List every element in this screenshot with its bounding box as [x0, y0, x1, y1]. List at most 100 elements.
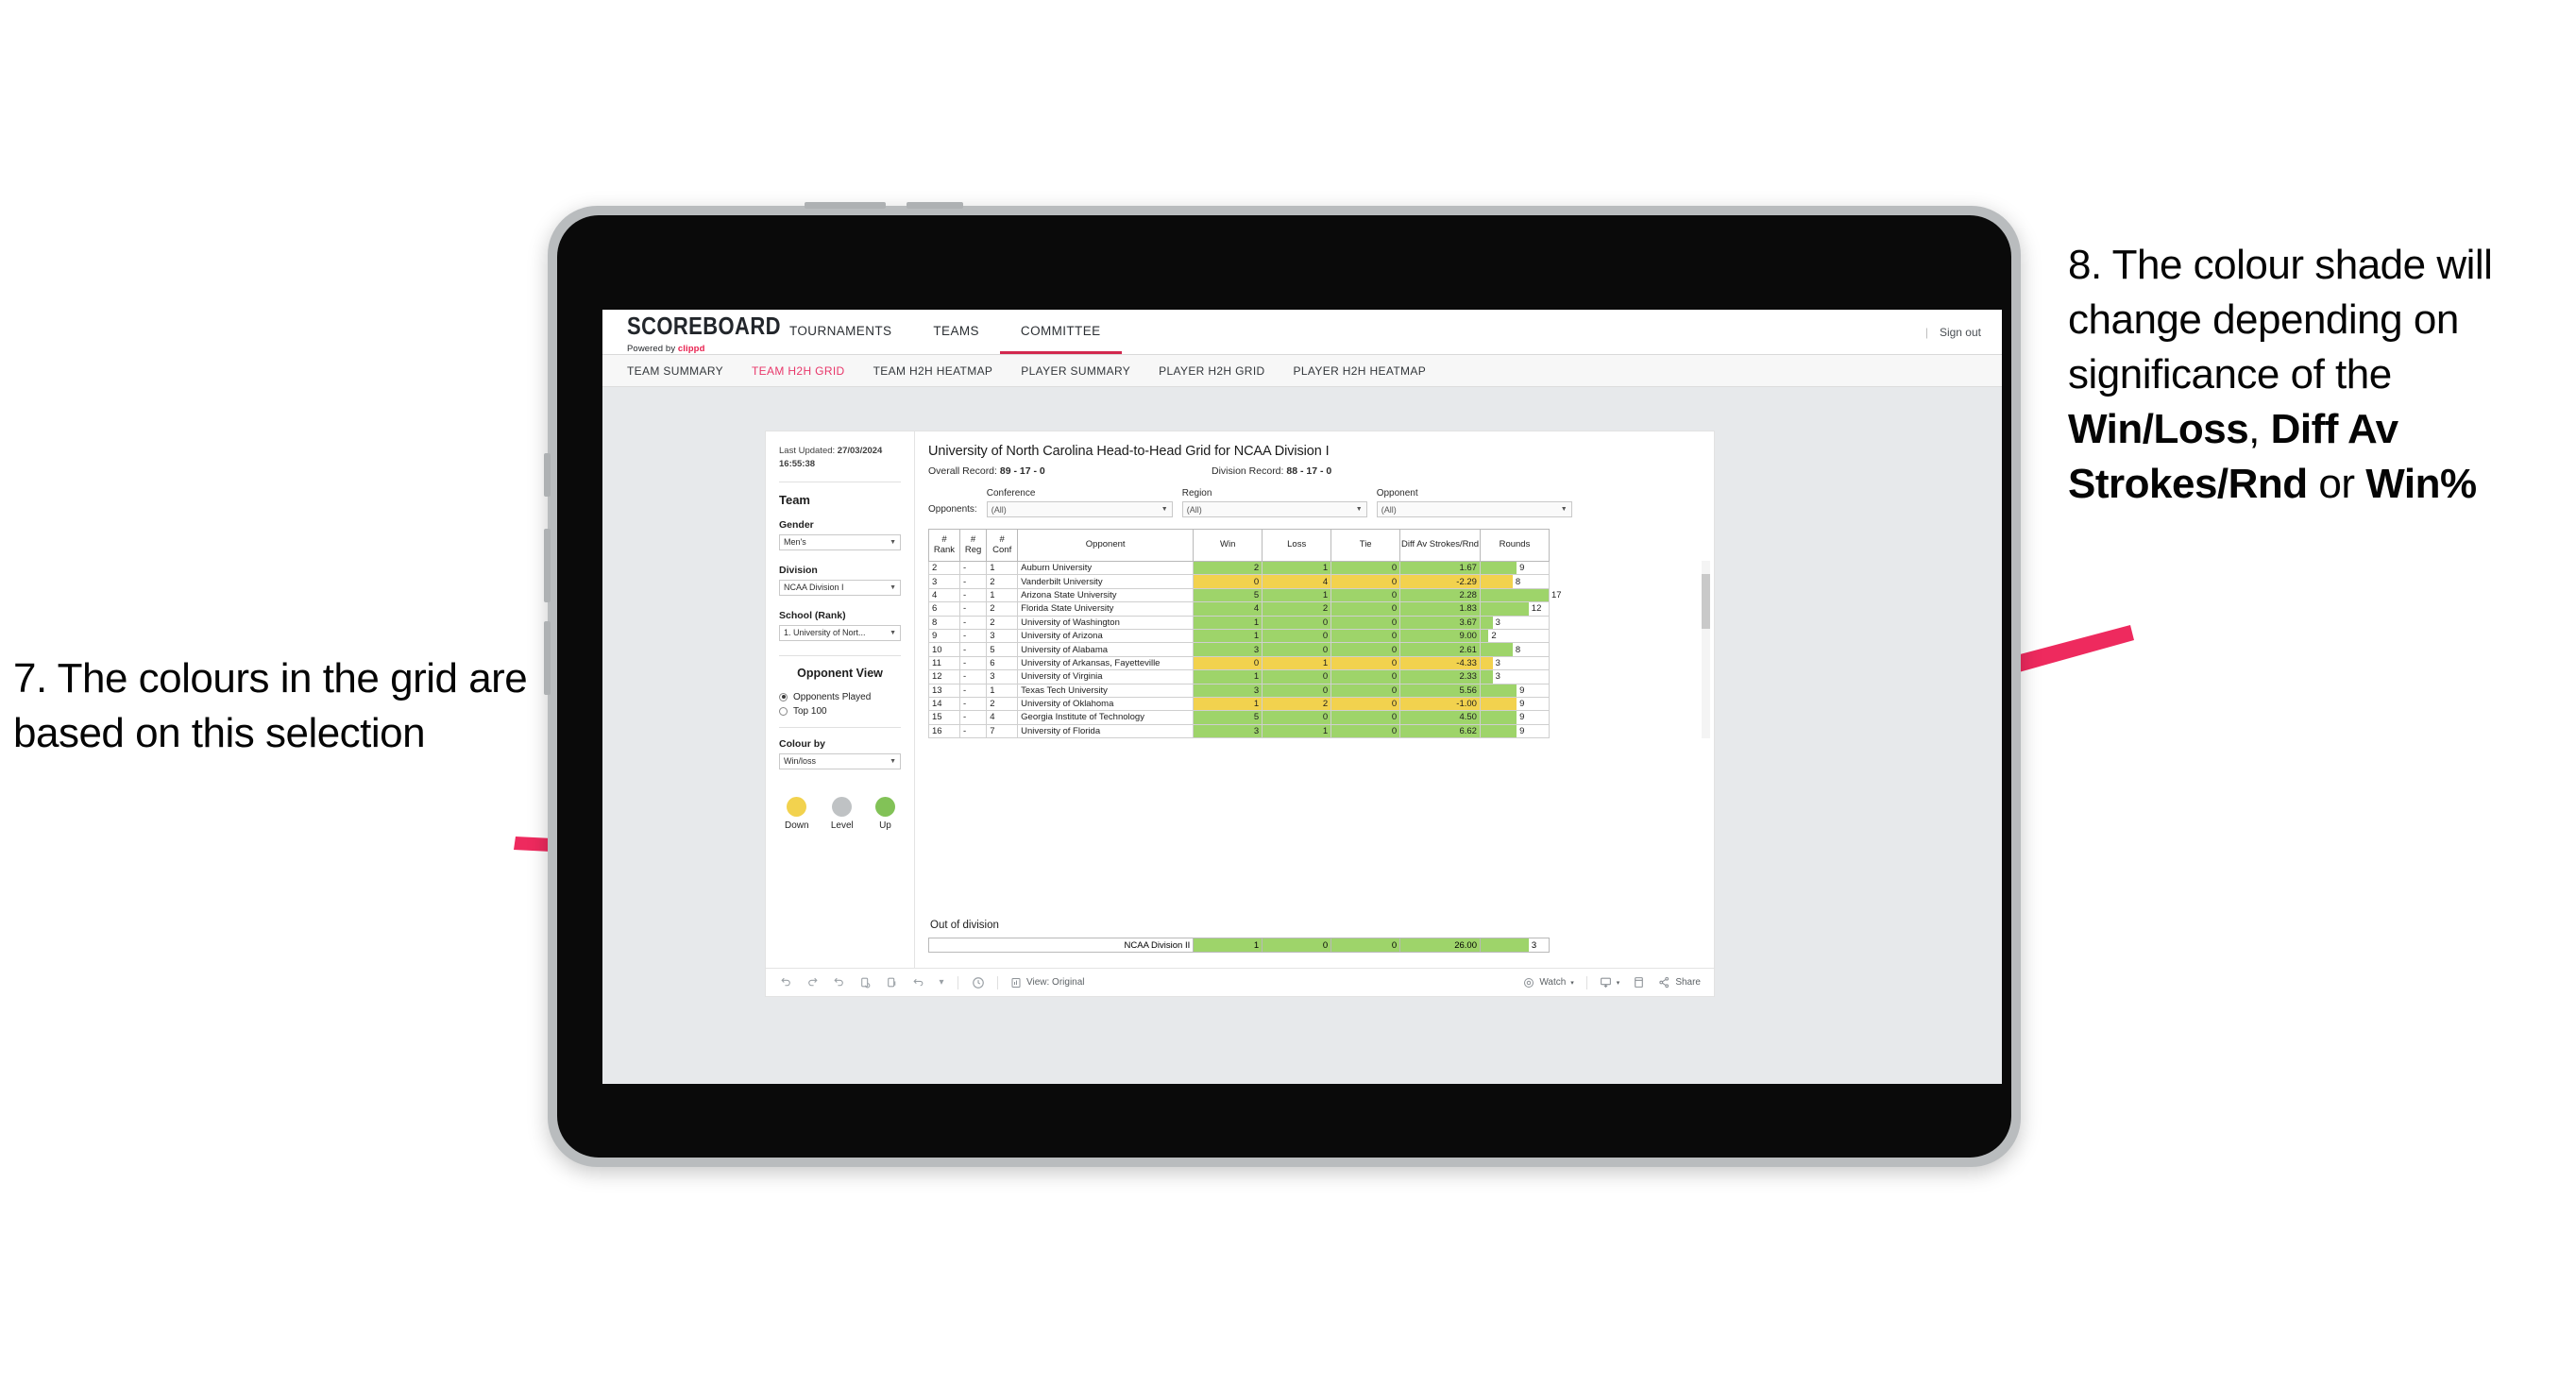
table-row[interactable]: 2-1 Auburn University 2 1 0 1.67 9: [928, 560, 1551, 576]
brand-title: SCOREBOARD: [627, 312, 781, 341]
sub-nav-team-summary[interactable]: TEAM SUMMARY: [627, 364, 723, 378]
revert-icon[interactable]: [832, 975, 846, 989]
cell-win: 1: [1193, 615, 1263, 630]
cell-loss: 1: [1262, 560, 1332, 576]
legend-item-level: Level: [831, 796, 854, 831]
undo-icon[interactable]: [779, 975, 793, 989]
rounds-bar: [1480, 711, 1517, 724]
region-select[interactable]: (All) ▼: [1181, 501, 1367, 517]
rounds-bar: [1480, 629, 1489, 643]
cell-rank: 3: [928, 574, 960, 589]
colour-by-label: Colour by: [779, 737, 825, 750]
table-row[interactable]: 3-2 Vanderbilt University 0 4 0 -2.29 8: [928, 574, 1551, 589]
col-header-tie: Tie: [1330, 529, 1401, 562]
table-row[interactable]: 10-5 University of Alabama 3 0 0 2.61 8: [928, 642, 1551, 657]
device-volume-up-button[interactable]: [544, 529, 551, 602]
cell-reg: -: [958, 628, 988, 644]
colour-by-select[interactable]: Win/loss ▼: [779, 752, 901, 769]
opponent-select[interactable]: (All) ▼: [1376, 501, 1572, 517]
school-rank-field: School (Rank) 1. University of Nort... ▼: [779, 610, 901, 641]
watch-button[interactable]: Watch ▾: [1523, 977, 1574, 989]
legend-item-up: Up: [874, 796, 895, 831]
cell-rank: 9: [928, 628, 960, 644]
radio-top-100[interactable]: Top 100: [779, 706, 901, 717]
divider-3: [779, 726, 901, 728]
col-header-loss: Loss: [1262, 529, 1332, 562]
pause-icon[interactable]: [885, 975, 899, 989]
sub-nav-player-h2h-grid[interactable]: PLAYER H2H GRID: [1159, 364, 1264, 378]
table-row[interactable]: 13-1 Texas Tech University 3 0 0 5.56 9: [928, 683, 1551, 698]
school-rank-select[interactable]: 1. University of Nort... ▼: [779, 624, 901, 641]
annotation-left-text: 7. The colours in the grid are based on …: [13, 655, 528, 757]
legend-dot-up: [874, 796, 895, 817]
refresh-icon[interactable]: [858, 975, 873, 989]
rounds-bar: [1480, 697, 1517, 711]
top-nav-committee[interactable]: COMMITTEE: [999, 310, 1122, 354]
table-row[interactable]: 8-2 University of Washington 1 0 0 3.67 3: [928, 615, 1551, 630]
cell-conf: 3: [986, 628, 1019, 644]
share-button[interactable]: Share: [1658, 976, 1701, 989]
cell-rounds-bar: 9: [1479, 560, 1551, 576]
cell-conf: 2: [986, 615, 1019, 630]
division-select[interactable]: NCAA Division I ▼: [779, 579, 901, 596]
cell-conf: 6: [986, 655, 1019, 671]
conference-caption: Conference: [986, 488, 1036, 499]
cell-loss: 0: [1262, 628, 1332, 644]
conference-select[interactable]: (All) ▼: [986, 501, 1173, 517]
sub-nav-team-h2h-grid[interactable]: TEAM H2H GRID: [752, 364, 845, 378]
h2h-header-row: # Rank # Reg # Conf Opponent Win Loss Tie Diff Av …: [928, 529, 1551, 562]
table-row[interactable]: 11-6 University of Arkansas, Fayetteville…: [928, 655, 1551, 671]
ood-loss: 0: [1262, 938, 1332, 953]
device-preview-icon[interactable]: [911, 975, 925, 989]
cell-rounds-bar: 17: [1479, 587, 1562, 603]
annotation-right-mid1: ,: [2248, 406, 2271, 453]
viz-main: University of North Carolina Head-to-Hea…: [915, 431, 1714, 968]
clock-icon[interactable]: [971, 975, 985, 989]
cell-rounds-bar: 3: [1479, 669, 1551, 685]
table-row[interactable]: 6-2 Florida State University 4 2 0 1.83 12: [928, 601, 1551, 617]
cell-win: 1: [1193, 628, 1263, 644]
cell-rank: 10: [928, 642, 960, 657]
cell-opponent: University of Virginia: [1017, 669, 1195, 685]
gender-select[interactable]: Men's ▼: [779, 533, 901, 550]
last-updated-label: Last Updated:: [779, 446, 838, 456]
rounds-value: 17: [1551, 589, 1562, 600]
out-of-division-row[interactable]: NCAA Division II 1 0 0 26.00 3: [927, 938, 1551, 953]
division-label: Division: [779, 564, 818, 576]
top-nav-tournaments[interactable]: TOURNAMENTS: [769, 310, 912, 354]
cell-win: 3: [1193, 723, 1263, 739]
cell-reg: -: [958, 669, 988, 685]
sub-nav-player-h2h-heatmap[interactable]: PLAYER H2H HEATMAP: [1294, 364, 1427, 378]
table-scrollbar[interactable]: [1702, 561, 1710, 739]
download-button[interactable]: ▾: [1600, 976, 1619, 989]
radio-icon-selected: [779, 692, 788, 701]
table-scrollbar-thumb[interactable]: [1702, 574, 1710, 629]
cell-loss: 0: [1262, 669, 1332, 685]
rounds-bar: [1480, 575, 1513, 588]
cell-reg: -: [958, 601, 988, 617]
device-power-button[interactable]: [544, 453, 551, 497]
sub-nav-team-h2h-heatmap[interactable]: TEAM H2H HEATMAP: [873, 364, 993, 378]
table-row[interactable]: 9-3 University of Arizona 1 0 0 9.00 2: [928, 628, 1551, 644]
cell-rank: 12: [928, 669, 960, 685]
fullscreen-icon[interactable]: [1632, 975, 1646, 989]
table-row[interactable]: 16-7 University of Florida 3 1 0 6.62 9: [928, 723, 1551, 739]
cell-rank: 6: [928, 601, 960, 617]
opponent-filter: Opponent (All) ▼: [1376, 488, 1572, 517]
view-original-button[interactable]: View: Original: [1010, 977, 1085, 989]
table-row[interactable]: 4-1 Arizona State University 5 1 0 2.28 17: [928, 587, 1562, 603]
sub-nav-player-summary[interactable]: PLAYER SUMMARY: [1021, 364, 1130, 378]
device-volume-down-button[interactable]: [544, 621, 551, 695]
sign-out-link[interactable]: Sign out: [1940, 326, 1981, 339]
top-nav-teams[interactable]: TEAMS: [912, 310, 1000, 354]
table-row[interactable]: 15-4 Georgia Institute of Technology 5 0 0 4.…: [928, 710, 1551, 725]
table-row[interactable]: 12-3 University of Virginia 1 0 0 2.33 3: [928, 669, 1551, 685]
redo-icon[interactable]: [805, 975, 820, 989]
cell-reg: -: [958, 574, 988, 589]
brand-logo[interactable]: SCOREBOARD Powered by clippd: [602, 310, 781, 354]
radio-opponents-played[interactable]: Opponents Played: [779, 692, 901, 702]
chevron-down-icon[interactable]: ▾: [938, 975, 945, 989]
brand-clippd: clippd: [677, 344, 705, 354]
table-row[interactable]: 14-2 University of Oklahoma 1 2 0 -1.00 9: [928, 696, 1551, 712]
col-header-opponent: Opponent: [1017, 529, 1195, 562]
